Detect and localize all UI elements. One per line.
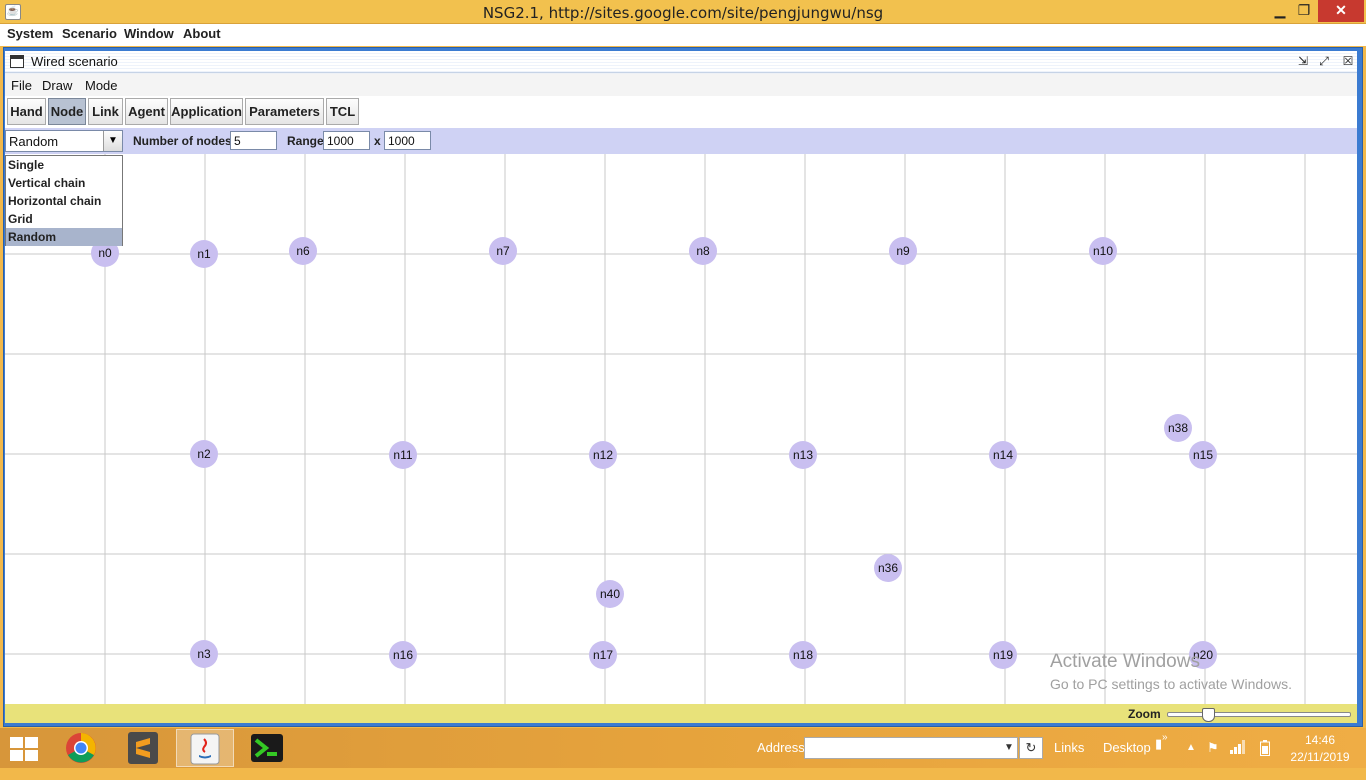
tcl-button[interactable]: TCL — [326, 98, 359, 125]
address-dropdown-icon[interactable]: ▼ — [1004, 742, 1014, 753]
action-center-flag-icon[interactable]: ⚑ — [1207, 740, 1219, 756]
agent-button[interactable]: Agent — [125, 98, 168, 125]
node-n36[interactable]: n36 — [874, 554, 902, 582]
windows-start-icon[interactable] — [10, 737, 38, 761]
clock-date: 22/11/2019 — [1290, 750, 1350, 764]
scenario-canvas[interactable]: n0 n1 n6 n7 n8 n9 n10 n38 n2 n11 n12 n13… — [5, 154, 1357, 704]
watermark-title: Activate Windows — [1050, 651, 1200, 672]
app-titlebar: ☕ NSG2.1, http://sites.google.com/site/p… — [0, 0, 1366, 24]
app-title: NSG2.1, http://sites.google.com/site/pen… — [482, 4, 884, 22]
node-n17[interactable]: n17 — [589, 641, 617, 669]
range-y-input[interactable]: 1000 — [384, 131, 431, 150]
placement-mode-dropdown: Single Vertical chain Horizontal chain G… — [5, 155, 123, 246]
node-n8[interactable]: n8 — [689, 237, 717, 265]
minimize-button[interactable]: ▁ — [1268, 0, 1292, 22]
maximize-button[interactable]: ❐ — [1292, 0, 1316, 22]
windows-taskbar: Address ▼ ↻ Links Desktop ▮ » ▲ ⚑ 14:46 … — [0, 728, 1366, 768]
app-menubar: System Scenario Window About — [0, 24, 1366, 46]
zoom-slider-knob[interactable] — [1202, 708, 1215, 722]
zoom-statusbar: Zoom — [5, 704, 1357, 723]
menu-draw[interactable]: Draw — [42, 78, 72, 93]
node-n3[interactable]: n3 — [190, 640, 218, 668]
system-clock[interactable]: 14:46 22/11/2019 — [1288, 733, 1352, 764]
node-options-bar: Random ▼ Number of nodes 5 Range 1000 x … — [5, 128, 1357, 154]
links-toolbar[interactable]: Links — [1054, 740, 1084, 755]
activation-watermark: Activate Windows Go to PC settings to ac… — [1050, 651, 1292, 692]
placement-mode-value: Random — [9, 134, 59, 149]
inner-window-title: Wired scenario — [31, 54, 118, 69]
node-n19[interactable]: n19 — [989, 641, 1017, 669]
node-n7[interactable]: n7 — [489, 237, 517, 265]
address-label: Address — [757, 740, 805, 755]
inner-menubar: File Draw Mode — [5, 74, 1357, 96]
canvas-grid — [5, 154, 1357, 704]
node-n15[interactable]: n15 — [1189, 441, 1217, 469]
chevron-right-icon[interactable]: » — [1162, 732, 1168, 743]
inner-close-button[interactable]: ☒ — [1340, 54, 1356, 70]
refresh-icon[interactable]: ↻ — [1019, 737, 1043, 759]
node-n2[interactable]: n2 — [190, 440, 218, 468]
node-n18[interactable]: n18 — [789, 641, 817, 669]
number-of-nodes-label: Number of nodes — [133, 134, 232, 148]
address-input[interactable] — [804, 737, 1018, 759]
node-n38[interactable]: n38 — [1164, 414, 1192, 442]
node-n13[interactable]: n13 — [789, 441, 817, 469]
close-button[interactable]: ✕ — [1318, 0, 1364, 22]
zoom-slider[interactable] — [1167, 708, 1351, 722]
node-n9[interactable]: n9 — [889, 237, 917, 265]
tool-toolbar: Hand Node Link Agent Application Paramet… — [5, 96, 1357, 128]
show-hidden-icons[interactable]: ▲ — [1186, 742, 1196, 753]
inner-maximize-button[interactable]: ⤢ — [1316, 54, 1332, 70]
node-button[interactable]: Node — [48, 98, 86, 125]
node-n40[interactable]: n40 — [596, 580, 624, 608]
node-n14[interactable]: n14 — [989, 441, 1017, 469]
node-n1[interactable]: n1 — [190, 240, 218, 268]
application-button[interactable]: Application — [170, 98, 243, 125]
menu-about[interactable]: About — [183, 26, 221, 41]
chevron-down-icon[interactable]: ▼ — [103, 131, 122, 151]
dropdown-option-vertical-chain[interactable]: Vertical chain — [6, 174, 122, 192]
dropdown-option-grid[interactable]: Grid — [6, 210, 122, 228]
iconify-button[interactable]: ⇲ — [1295, 54, 1311, 70]
sublime-text-icon[interactable] — [114, 729, 172, 767]
range-x-separator: x — [374, 134, 381, 148]
clock-time: 14:46 — [1304, 733, 1336, 747]
battery-icon[interactable] — [1260, 740, 1270, 759]
node-n11[interactable]: n11 — [389, 441, 417, 469]
menu-mode[interactable]: Mode — [85, 78, 118, 93]
zoom-label: Zoom — [1128, 707, 1161, 721]
node-n10[interactable]: n10 — [1089, 237, 1117, 265]
menu-scenario[interactable]: Scenario — [62, 26, 117, 41]
node-n16[interactable]: n16 — [389, 641, 417, 669]
dropdown-option-random[interactable]: Random — [6, 228, 122, 246]
menu-window[interactable]: Window — [124, 26, 174, 41]
placement-mode-select[interactable]: Random ▼ — [5, 130, 123, 152]
terminal-icon[interactable] — [238, 729, 296, 767]
link-button[interactable]: Link — [88, 98, 123, 125]
menu-system[interactable]: System — [7, 26, 53, 41]
network-icon[interactable] — [1230, 740, 1246, 757]
java-icon[interactable] — [176, 729, 234, 767]
number-of-nodes-input[interactable]: 5 — [230, 131, 277, 150]
range-x-input[interactable]: 1000 — [323, 131, 370, 150]
node-n6[interactable]: n6 — [289, 237, 317, 265]
inner-titlebar[interactable]: Wired scenario ⇲ ⤢ ☒ — [5, 51, 1357, 73]
watermark-subtitle: Go to PC settings to activate Windows. — [1050, 676, 1292, 692]
dropdown-option-single[interactable]: Single — [6, 156, 122, 174]
range-label: Range — [287, 134, 324, 148]
dropdown-option-horizontal-chain[interactable]: Horizontal chain — [6, 192, 122, 210]
hand-button[interactable]: Hand — [7, 98, 46, 125]
menu-file[interactable]: File — [11, 78, 32, 93]
chrome-icon[interactable] — [52, 729, 110, 767]
window-icon — [10, 55, 24, 68]
wired-scenario-window: Wired scenario ⇲ ⤢ ☒ File Draw Mode Hand… — [5, 51, 1357, 723]
node-n12[interactable]: n12 — [589, 441, 617, 469]
desktop-toolbar[interactable]: Desktop — [1103, 740, 1151, 755]
parameters-button[interactable]: Parameters — [245, 98, 324, 125]
